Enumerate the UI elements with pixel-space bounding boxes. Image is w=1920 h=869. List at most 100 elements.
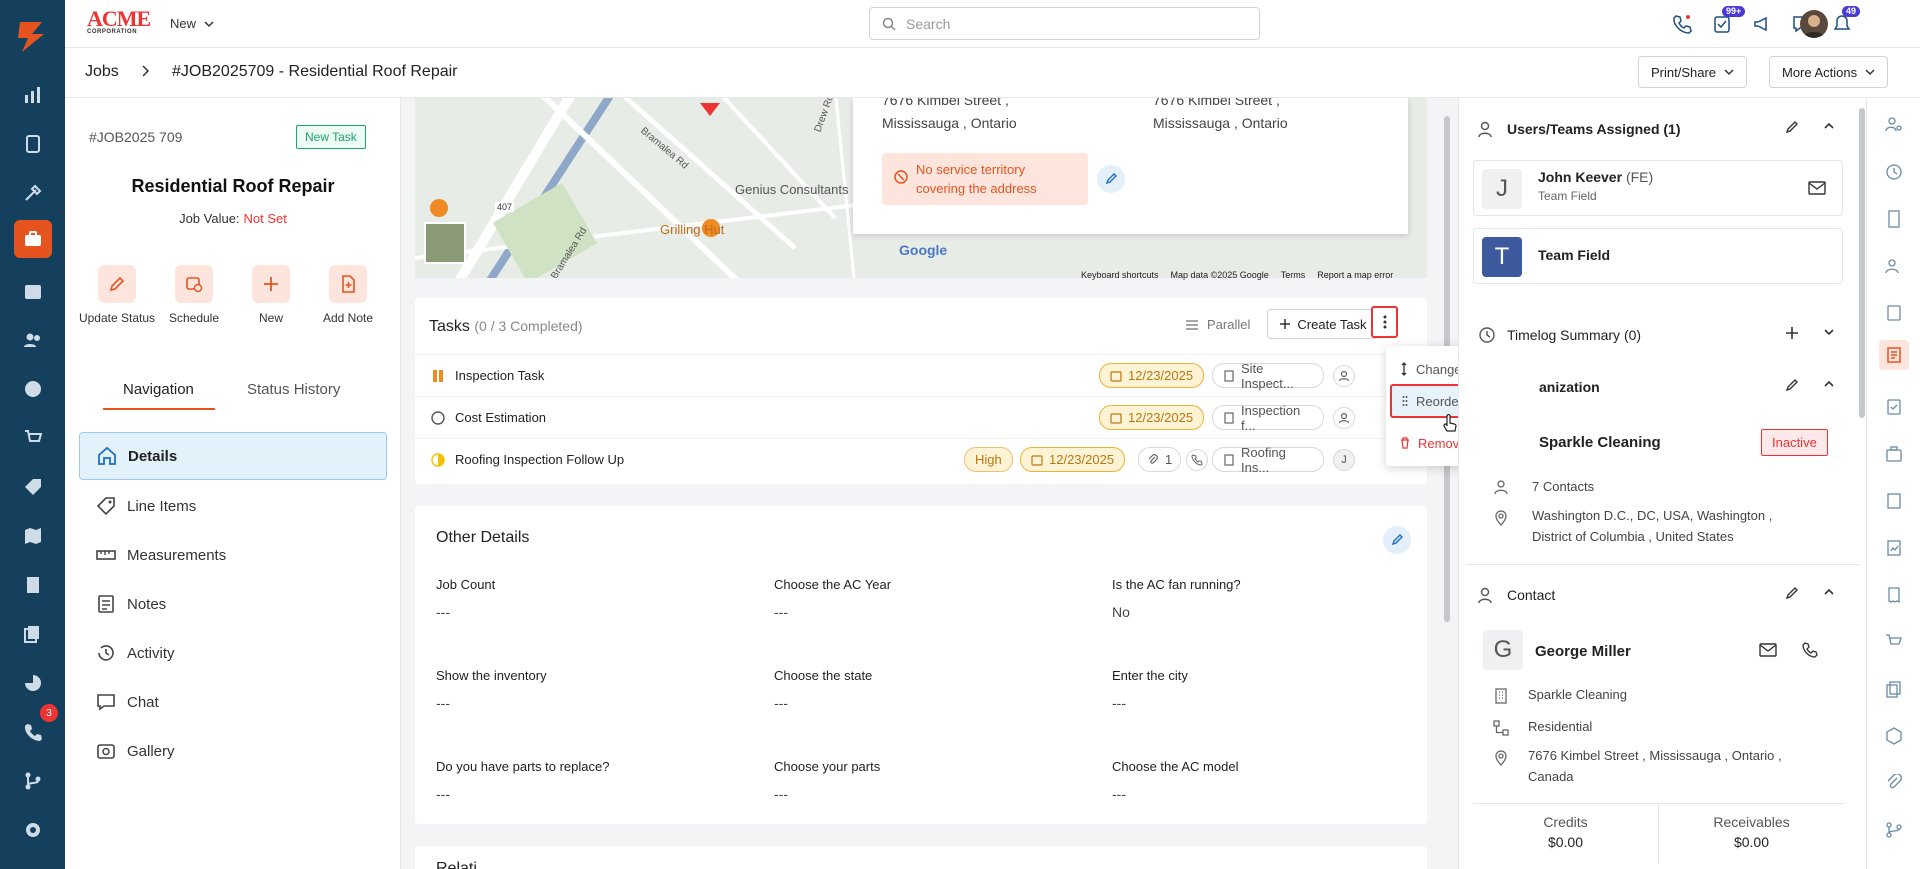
edit-organization-icon[interactable] bbox=[1785, 378, 1799, 392]
bell-icon[interactable]: 49 bbox=[1830, 6, 1861, 36]
add-note-button[interactable]: Add Note bbox=[308, 265, 388, 325]
document-icon[interactable] bbox=[1884, 491, 1904, 511]
task-row[interactable]: Inspection Task 12/23/2025 Site Inspect.… bbox=[415, 354, 1427, 396]
workflow-icon[interactable] bbox=[1884, 820, 1904, 840]
tag-icon[interactable] bbox=[18, 472, 48, 502]
checklist-icon[interactable] bbox=[1884, 397, 1904, 417]
edit-address-button[interactable] bbox=[1097, 165, 1125, 193]
nav-item-notes[interactable]: Notes bbox=[79, 580, 387, 628]
tab-navigation[interactable]: Navigation bbox=[123, 381, 194, 398]
workflow-icon[interactable] bbox=[18, 766, 48, 796]
copy-icon[interactable] bbox=[18, 619, 48, 649]
organization-name[interactable]: Sparkle Cleaning bbox=[1539, 434, 1661, 451]
calendar-icon[interactable] bbox=[18, 276, 48, 306]
tab-status-history[interactable]: Status History bbox=[247, 381, 340, 398]
task-name[interactable]: Inspection Task bbox=[455, 368, 544, 383]
content-scrollbar[interactable] bbox=[1443, 98, 1451, 869]
jobs-icon[interactable] bbox=[14, 220, 52, 258]
call-icon[interactable] bbox=[1186, 449, 1208, 471]
invoice-icon[interactable] bbox=[18, 570, 48, 600]
task-form-tag[interactable]: Site Inspect... bbox=[1212, 361, 1324, 391]
nav-item-line-items[interactable]: Line Items bbox=[79, 482, 387, 530]
settings-icon[interactable] bbox=[18, 815, 48, 845]
task-priority[interactable]: High bbox=[964, 447, 1013, 472]
contacts-icon[interactable] bbox=[1884, 256, 1904, 276]
task-form-tag[interactable]: Inspection f... bbox=[1212, 403, 1324, 433]
chevron-up-icon[interactable] bbox=[1823, 378, 1835, 390]
more-actions-button[interactable]: More Actions bbox=[1769, 56, 1889, 88]
megaphone-icon[interactable] bbox=[1750, 12, 1774, 36]
mail-icon[interactable] bbox=[1808, 181, 1826, 195]
edit-other-details-button[interactable] bbox=[1383, 526, 1411, 554]
nav-item-measurements[interactable]: Measurements bbox=[79, 531, 387, 579]
task-due-date[interactable]: 12/23/2025 bbox=[1099, 363, 1205, 388]
chart-document-icon[interactable] bbox=[1884, 538, 1904, 558]
phone-icon[interactable] bbox=[1802, 642, 1818, 658]
task-due-date[interactable]: 12/23/2025 bbox=[1020, 447, 1126, 472]
box-icon[interactable] bbox=[1884, 726, 1904, 746]
map-report-error[interactable]: Report a map error bbox=[1317, 270, 1393, 280]
dashboard-icon[interactable] bbox=[18, 80, 48, 110]
task-row[interactable]: Cost Estimation 12/23/2025 Inspection f.… bbox=[415, 396, 1427, 438]
brand-logo[interactable]: ACME CORPORATION bbox=[87, 8, 151, 37]
phone-alert-icon[interactable] bbox=[1670, 12, 1694, 36]
chevron-down-icon[interactable] bbox=[1823, 326, 1835, 338]
cart-icon[interactable] bbox=[18, 423, 48, 453]
nav-item-activity[interactable]: Activity bbox=[79, 629, 387, 677]
right-panel-scrollbar[interactable] bbox=[1858, 98, 1866, 869]
update-status-button[interactable]: Update Status bbox=[77, 265, 157, 325]
global-search[interactable]: Search bbox=[869, 7, 1260, 40]
documents-icon[interactable] bbox=[18, 129, 48, 159]
job-details-icon[interactable] bbox=[1879, 340, 1909, 370]
assignee-avatar[interactable]: J bbox=[1333, 449, 1355, 471]
building-icon[interactable] bbox=[1884, 209, 1904, 229]
map-terms[interactable]: Terms bbox=[1281, 270, 1306, 280]
task-name[interactable]: Roofing Inspection Follow Up bbox=[455, 452, 624, 467]
mail-icon[interactable] bbox=[1759, 643, 1777, 657]
nav-item-gallery[interactable]: Gallery bbox=[79, 727, 387, 775]
task-due-date[interactable]: 12/23/2025 bbox=[1099, 405, 1205, 430]
estimate-icon[interactable] bbox=[1884, 303, 1904, 323]
task-name[interactable]: Cost Estimation bbox=[455, 410, 546, 425]
right-panel-scrollbar-thumb[interactable] bbox=[1859, 108, 1865, 418]
nav-item-details[interactable]: Details bbox=[79, 432, 387, 480]
copy-icon[interactable] bbox=[1884, 679, 1904, 699]
reports-icon[interactable] bbox=[18, 668, 48, 698]
phone-icon[interactable] bbox=[18, 717, 48, 747]
task-row[interactable]: Roofing Inspection Follow Up High 12/23/… bbox=[415, 438, 1427, 480]
briefcase-icon[interactable] bbox=[1884, 444, 1904, 464]
edit-contact-icon[interactable] bbox=[1785, 586, 1799, 600]
paperclip-icon[interactable] bbox=[1884, 773, 1904, 793]
not-started-status-icon[interactable] bbox=[431, 411, 445, 425]
new-dropdown[interactable]: New bbox=[170, 16, 214, 31]
user-settings-icon[interactable] bbox=[1884, 114, 1904, 134]
assign-user-icon[interactable] bbox=[1333, 407, 1355, 429]
map-keyboard-shortcuts[interactable]: Keyboard shortcuts bbox=[1081, 270, 1159, 280]
receipt-icon[interactable] bbox=[1884, 585, 1904, 605]
half-complete-status-icon[interactable] bbox=[431, 453, 445, 467]
schedule-button[interactable]: Schedule bbox=[154, 265, 234, 325]
print-share-button[interactable]: Print/Share bbox=[1638, 56, 1748, 88]
cart-icon[interactable] bbox=[1884, 632, 1904, 652]
contacts-icon[interactable] bbox=[18, 325, 48, 355]
tools-icon[interactable] bbox=[18, 178, 48, 208]
assigned-user-card[interactable]: J John Keever (FE) Team Field bbox=[1473, 160, 1843, 216]
clock-icon[interactable] bbox=[18, 374, 48, 404]
create-task-button[interactable]: Create Task bbox=[1267, 309, 1379, 339]
organization-contacts-count[interactable]: 7 Contacts bbox=[1532, 476, 1594, 497]
task-form-tag[interactable]: Roofing Ins... bbox=[1212, 445, 1324, 475]
app-logo-icon[interactable] bbox=[14, 18, 50, 54]
assign-user-icon[interactable] bbox=[1333, 365, 1355, 387]
contact-name[interactable]: George Miller bbox=[1535, 643, 1631, 660]
new-button[interactable]: New bbox=[231, 265, 311, 325]
map-icon[interactable] bbox=[18, 521, 48, 551]
in-progress-status-icon[interactable] bbox=[431, 369, 445, 383]
edit-users-icon[interactable] bbox=[1785, 120, 1799, 134]
task-attachments[interactable]: 1 bbox=[1138, 447, 1182, 472]
time-icon[interactable] bbox=[1884, 162, 1904, 182]
user-avatar[interactable] bbox=[1800, 10, 1828, 38]
tasks-notification-icon[interactable]: 99+ bbox=[1710, 6, 1746, 36]
tasks-more-options-button[interactable] bbox=[1371, 306, 1398, 338]
nav-item-chat[interactable]: Chat bbox=[79, 678, 387, 726]
chevron-up-icon[interactable] bbox=[1823, 120, 1835, 132]
